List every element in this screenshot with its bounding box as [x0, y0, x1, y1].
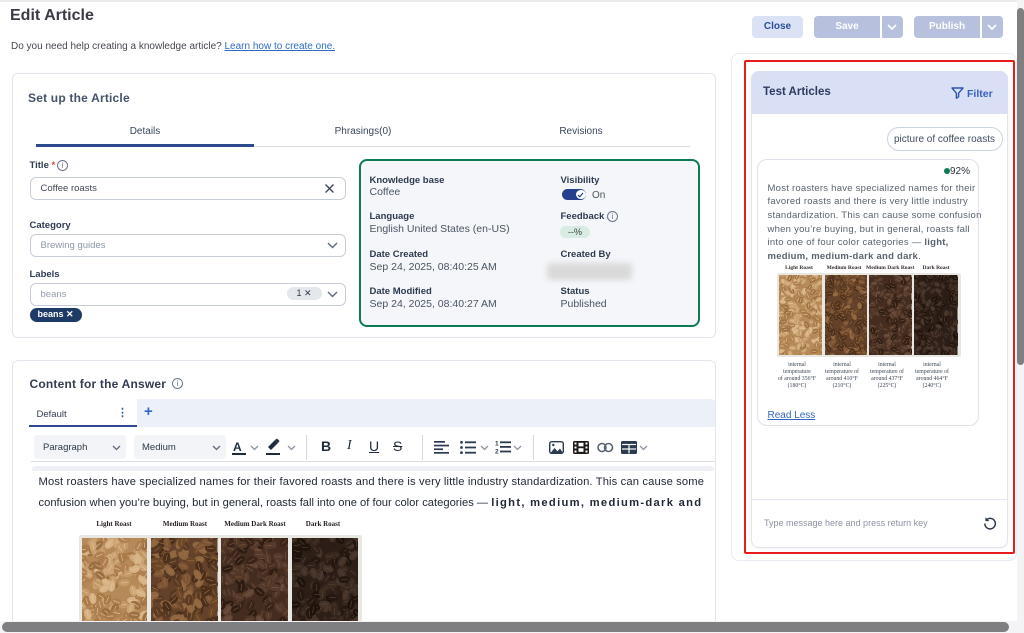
- svg-text:1: 1: [495, 441, 499, 448]
- svg-text:2: 2: [495, 449, 499, 455]
